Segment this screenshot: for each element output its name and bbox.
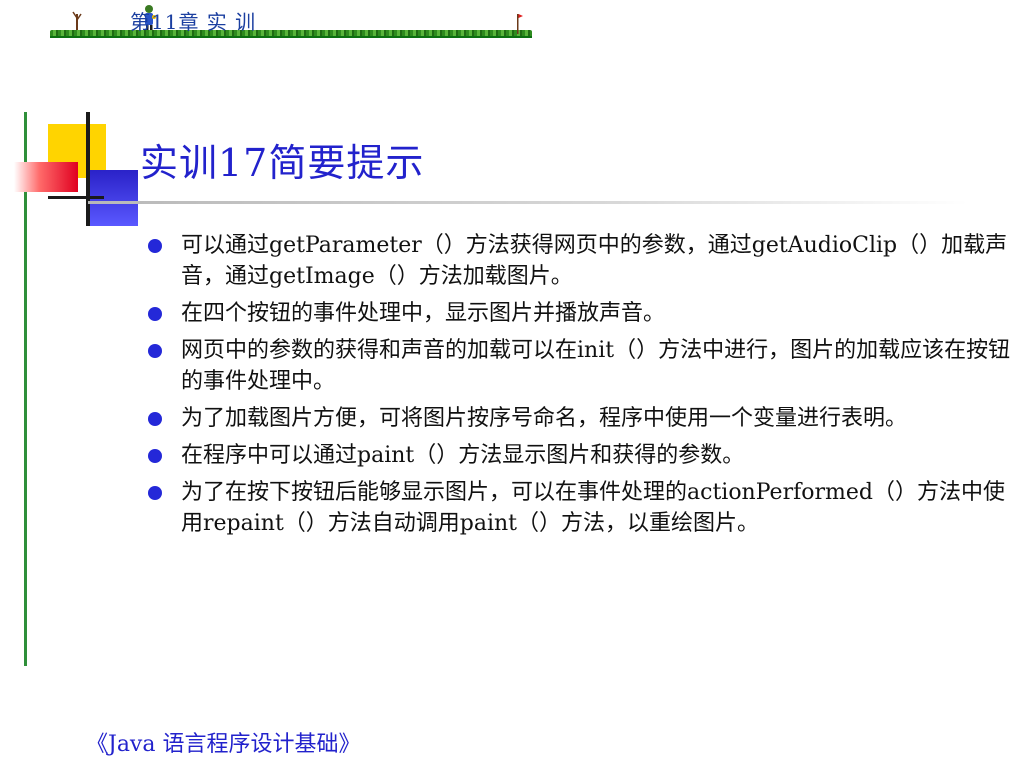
bullet-item: 在四个按钮的事件处理中，显示图片并播放声音。 — [148, 298, 1016, 329]
left-vertical-rule — [24, 112, 27, 666]
bullet-item: 可以通过getParameter（）方法获得网页中的参数，通过getAudioC… — [148, 230, 1016, 292]
bullet-text: 网页中的参数的获得和声音的加载可以在init（）方法中进行，图片的加载应该在按钮… — [181, 338, 1011, 394]
tree-icon — [72, 11, 82, 32]
chapter-title: 第11章 实 训 — [130, 10, 257, 34]
bullet-item: 在程序中可以通过paint（）方法显示图片和获得的参数。 — [148, 440, 1016, 471]
bullet-dot-icon — [148, 344, 162, 358]
bullet-item: 为了在按下按钮后能够显示图片，可以在事件处理的actionPerformed（）… — [148, 477, 1016, 539]
header-banner — [50, 0, 532, 40]
bullet-item: 网页中的参数的获得和声音的加载可以在init（）方法中进行，图片的加载应该在按钮… — [148, 335, 1016, 397]
flag-icon — [517, 14, 523, 34]
bullet-text: 为了加载图片方便，可将图片按序号命名，程序中使用一个变量进行表明。 — [181, 406, 908, 431]
slide-title: 实训17简要提示 — [140, 141, 425, 185]
bullet-text: 在四个按钮的事件处理中，显示图片并播放声音。 — [181, 301, 666, 326]
decor-red-block — [14, 162, 78, 192]
bullet-text: 在程序中可以通过paint（）方法显示图片和获得的参数。 — [181, 443, 745, 468]
bullet-text: 为了在按下按钮后能够显示图片，可以在事件处理的actionPerformed（）… — [181, 480, 1005, 536]
title-underline — [88, 201, 968, 204]
bullet-list: 可以通过getParameter（）方法获得网页中的参数，通过getAudioC… — [148, 230, 1016, 545]
footer-book-title: 《Java 语言程序设计基础》 — [86, 732, 361, 757]
bullet-item: 为了加载图片方便，可将图片按序号命名，程序中使用一个变量进行表明。 — [148, 403, 1016, 434]
bullet-dot-icon — [148, 307, 162, 321]
bullet-text: 可以通过getParameter（）方法获得网页中的参数，通过getAudioC… — [181, 233, 1008, 289]
header-divider — [50, 36, 532, 38]
bullet-dot-icon — [148, 412, 162, 426]
bullet-dot-icon — [148, 486, 162, 500]
bullet-dot-icon — [148, 449, 162, 463]
decor-horizontal-line — [48, 196, 104, 199]
decor-vertical-line — [86, 112, 90, 226]
bullet-dot-icon — [148, 239, 162, 253]
